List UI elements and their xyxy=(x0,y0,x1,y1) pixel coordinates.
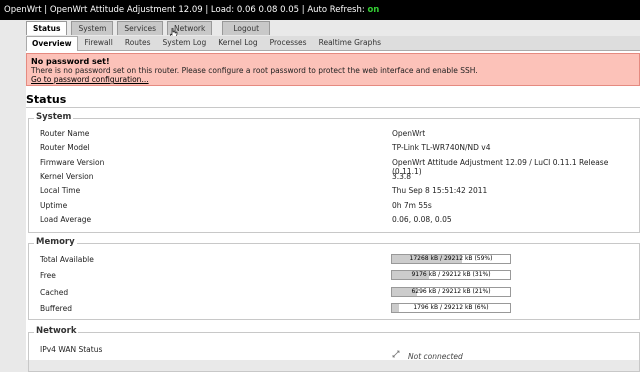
password-config-link[interactable]: Go to password configuration... xyxy=(31,75,635,84)
subtab-realtime-graphs[interactable]: Realtime Graphs xyxy=(314,36,386,50)
load-average-label: Load Average xyxy=(40,215,92,224)
free-bar: 9176 kB / 29212 kB (31%) xyxy=(391,270,511,280)
header-bar: OpenWrt | OpenWrt Attitude Adjustment 12… xyxy=(0,0,640,20)
subtab-system-log[interactable]: System Log xyxy=(158,36,212,50)
free-text: 9176 kB / 29212 kB (31%) xyxy=(411,271,491,278)
cached-label: Cached xyxy=(40,288,69,297)
main-content: No password set! There is no password se… xyxy=(26,51,640,372)
header-title: OpenWrt | OpenWrt Attitude Adjustment 12… xyxy=(4,5,368,15)
network-legend: Network xyxy=(34,326,79,336)
router-model-label: Router Model xyxy=(40,143,90,152)
subtab-overview[interactable]: Overview xyxy=(26,36,78,51)
subtab-routes[interactable]: Routes xyxy=(120,36,156,50)
tab-system[interactable]: System xyxy=(71,21,114,35)
memory-legend: Memory xyxy=(34,237,77,247)
network-section xyxy=(28,332,640,372)
firmware-version-label: Firmware Version xyxy=(40,158,105,167)
cached-bar: 6296 kB / 29212 kB (21%) xyxy=(391,287,511,297)
password-alert: No password set! There is no password se… xyxy=(26,53,640,86)
local-time-label: Local Time xyxy=(40,186,81,195)
subtab-kernel-log[interactable]: Kernel Log xyxy=(213,36,262,50)
free-label: Free xyxy=(40,271,56,280)
firmware-version-value: OpenWrt Attitude Adjustment 12.09 / LuCI… xyxy=(392,158,609,176)
subtab-firewall[interactable]: Firewall xyxy=(80,36,118,50)
tab-status[interactable]: Status xyxy=(26,21,68,35)
tab-logout[interactable]: Logout xyxy=(222,21,271,35)
main-menu: Status System Services Network Logout xyxy=(26,21,274,35)
buffered-label: Buffered xyxy=(40,304,72,313)
kernel-version-label: Kernel Version xyxy=(40,172,94,181)
title-divider xyxy=(26,107,640,108)
router-name-label: Router Name xyxy=(40,129,90,138)
system-legend: System xyxy=(34,112,74,122)
uptime-value: 0h 7m 55s xyxy=(392,201,432,210)
buffered-bar: 1796 kB / 29212 kB (6%) xyxy=(391,303,511,313)
buffered-text: 1796 kB / 29212 kB (6%) xyxy=(413,304,489,311)
uptime-label: Uptime xyxy=(40,201,68,210)
total-available-bar: 17268 kB / 29212 kB (59%) xyxy=(391,254,511,264)
router-name-value: OpenWrt xyxy=(392,129,426,138)
alert-title: No password set! xyxy=(31,57,110,66)
subtab-processes[interactable]: Processes xyxy=(265,36,312,50)
total-available-text: 17268 kB / 29212 kB (59%) xyxy=(409,255,493,262)
router-model-value: TP-Link TL-WR740N/ND v4 xyxy=(392,143,491,152)
memory-section xyxy=(28,243,640,320)
network-disconnected-icon xyxy=(392,350,400,358)
alert-message: There is no password set on this router.… xyxy=(31,66,478,75)
tab-services[interactable]: Services xyxy=(117,21,164,35)
local-time-value: Thu Sep 8 15:51:42 2011 xyxy=(392,186,488,195)
total-available-label: Total Available xyxy=(40,255,94,264)
status-submenu: Overview Firewall Routes System Log Kern… xyxy=(26,36,640,51)
load-average-value: 0.06, 0.08, 0.05 xyxy=(392,215,452,224)
wan-status-label: IPv4 WAN Status xyxy=(40,345,103,354)
auto-refresh-toggle[interactable]: on xyxy=(367,5,379,15)
page-title: Status xyxy=(26,93,67,106)
kernel-version-value: 3.3.8 xyxy=(392,172,412,181)
cached-text: 6296 kB / 29212 kB (21%) xyxy=(411,288,491,295)
